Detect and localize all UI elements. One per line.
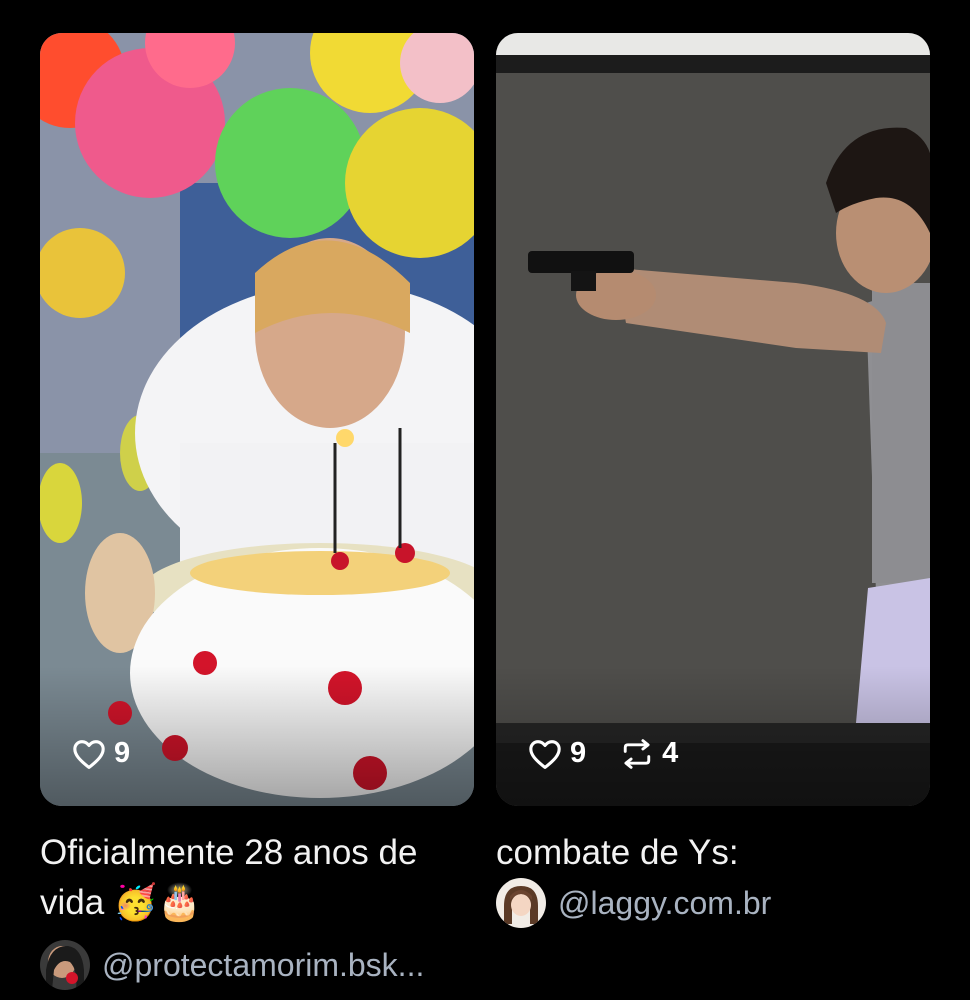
author-handle: @laggy.com.br [558, 884, 772, 921]
video-feed-grid: 9 Oficialmente 28 anos de vida 🥳🎂 @prote… [0, 0, 970, 1000]
post-author[interactable]: @protectamorim.bsk... [40, 940, 474, 990]
post-caption[interactable]: Oficialmente 28 anos de vida 🥳🎂 [40, 828, 474, 928]
thumbnail-overlay [496, 666, 930, 806]
avatar[interactable] [40, 940, 90, 990]
like-count[interactable]: 9 [72, 737, 130, 770]
post-stats: 9 [72, 737, 130, 770]
repost-count[interactable]: 4 [620, 737, 678, 770]
avatar[interactable] [496, 878, 546, 928]
post-stats: 9 4 [528, 737, 678, 770]
like-count-value: 9 [570, 737, 587, 769]
like-count-value: 9 [114, 737, 131, 769]
post-card[interactable]: 9 Oficialmente 28 anos de vida 🥳🎂 @prote… [40, 33, 474, 990]
like-count[interactable]: 9 [528, 737, 586, 770]
post-card[interactable]: 9 4 combate de Ys: @laggy.com.br [496, 33, 930, 928]
heart-icon [529, 739, 561, 769]
repost-count-value: 4 [662, 737, 679, 769]
thumbnail-overlay [40, 666, 474, 806]
post-thumbnail[interactable]: 9 [40, 33, 474, 806]
post-caption[interactable]: combate de Ys: [496, 828, 930, 878]
author-handle: @protectamorim.bsk... [102, 946, 425, 983]
heart-icon [73, 739, 105, 769]
post-author[interactable]: @laggy.com.br [496, 878, 930, 928]
post-thumbnail[interactable]: 9 4 [496, 33, 930, 806]
repost-icon [623, 738, 651, 769]
